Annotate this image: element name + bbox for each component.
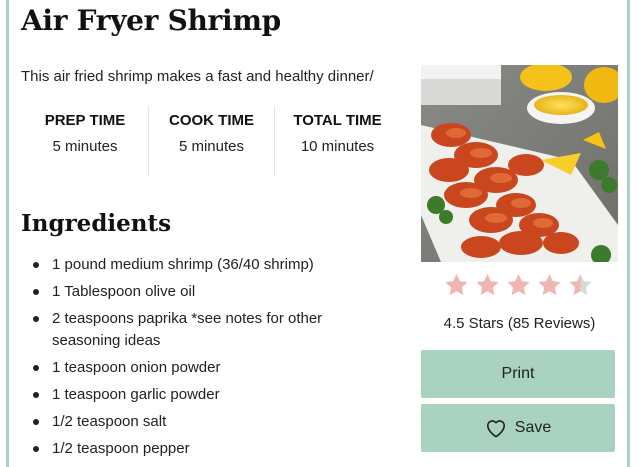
- ingredient-item: 1 teaspoon garlic powder: [22, 384, 392, 406]
- ingredients-heading: Ingredients: [21, 210, 172, 237]
- shrimp-dish-image: [421, 65, 618, 262]
- rating-summary: 4.5 Stars (85 Reviews): [443, 315, 596, 332]
- ingredient-item: 2 teaspoons paprika *see notes for other…: [22, 308, 392, 352]
- rating-stars[interactable]: [443, 272, 594, 298]
- star-icon[interactable]: [474, 272, 501, 298]
- cook-time-label: COOK TIME: [169, 112, 254, 129]
- total-time-value: 10 minutes: [300, 138, 375, 155]
- recipe-times: PREP TIME 5 minutes COOK TIME 5 minutes …: [22, 106, 400, 176]
- cook-time-value: 5 minutes: [178, 138, 245, 155]
- prep-time: PREP TIME 5 minutes: [22, 106, 148, 176]
- prep-time-value: 5 minutes: [52, 138, 118, 155]
- save-button-label: Save: [514, 419, 552, 436]
- ingredient-item: 1/2 teaspoon salt: [22, 411, 392, 433]
- recipe-title: Air Fryer Shrimp: [21, 4, 281, 37]
- recipe-description: This air fried shrimp makes a fast and h…: [21, 68, 374, 85]
- total-time: TOTAL TIME 10 minutes: [274, 106, 400, 176]
- cook-time: COOK TIME 5 minutes: [148, 106, 274, 176]
- ingredient-item: 1 Tablespoon olive oil: [22, 281, 392, 303]
- ingredient-item: 1 teaspoon onion powder: [22, 357, 392, 379]
- save-button[interactable]: Save: [421, 404, 615, 452]
- half-star-icon[interactable]: [567, 272, 594, 298]
- ingredient-item: 1/2 teaspoon pepper: [22, 438, 392, 460]
- star-icon[interactable]: [443, 272, 470, 298]
- heart-outline-icon: [486, 420, 505, 438]
- ingredient-item: 1 pound medium shrimp (36/40 shrimp): [22, 254, 392, 276]
- total-time-label: TOTAL TIME: [293, 112, 382, 129]
- star-icon[interactable]: [536, 272, 563, 298]
- prep-time-label: PREP TIME: [44, 112, 126, 129]
- star-icon[interactable]: [505, 272, 532, 298]
- recipe-photo: [421, 65, 618, 262]
- print-button-label: Print: [501, 365, 535, 382]
- ingredients-list: 1 pound medium shrimp (36/40 shrimp) 1 T…: [22, 254, 392, 465]
- print-button[interactable]: Print: [421, 350, 615, 398]
